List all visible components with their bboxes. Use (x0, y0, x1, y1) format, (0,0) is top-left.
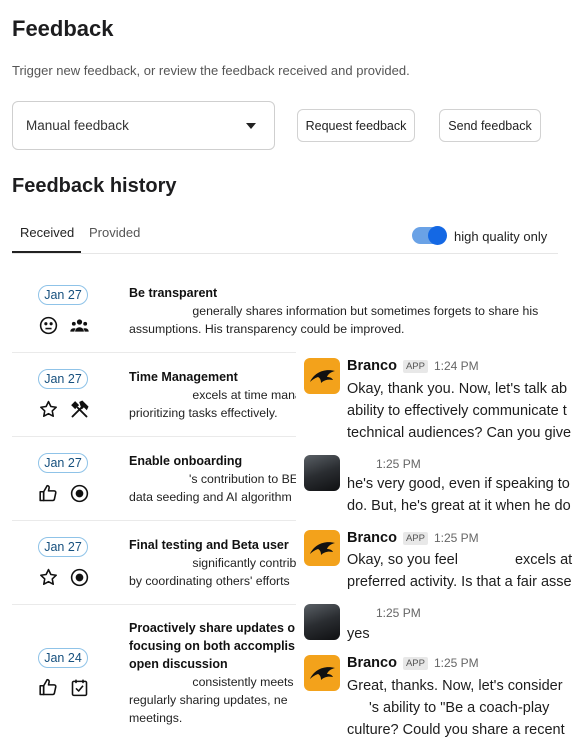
feedback-text-line: data seeding and AI algorithm (129, 490, 292, 504)
message-time: 1:25 PM (376, 457, 421, 471)
feedback-text-line: assumptions. His transparency could be i… (129, 322, 405, 336)
message-line: Okay, thank you. Now, let's talk ab (347, 381, 568, 397)
message-line: technical audiences? Can you give (347, 425, 572, 441)
message-time: 1:25 PM (376, 606, 421, 620)
feedback-history-title: Feedback history (12, 175, 177, 197)
message-line: do. But, he's great at it when he do (347, 498, 571, 514)
date-badge: Jan 27 (38, 537, 88, 557)
group-icon (69, 315, 90, 336)
feedback-title-line: focusing on both accomplis (129, 639, 295, 653)
feedback-title-line: Proactively share updates o (129, 621, 296, 635)
feedback-text-line: by coordinating others' efforts (129, 574, 290, 588)
tab-provided[interactable]: Provided (89, 225, 140, 240)
request-feedback-button[interactable]: Request feedback (297, 109, 415, 142)
app-badge: APP (402, 531, 428, 545)
high-quality-label: high quality only (454, 229, 548, 244)
chat-panel[interactable]: Branco APP 1:24 PM Okay, thank you. Now, l… (296, 348, 576, 754)
feedback-text-line: prioritizing tasks effectively. (129, 406, 278, 420)
app-badge: APP (402, 656, 428, 670)
star-icon (38, 399, 59, 420)
page-subtitle: Trigger new feedback, or review the feed… (12, 63, 410, 78)
date-badge: Jan 27 (38, 285, 88, 305)
bot-avatar (304, 530, 340, 566)
message-line: excels at t (514, 552, 576, 568)
user-avatar (304, 455, 340, 491)
send-feedback-button[interactable]: Send feedback (439, 109, 541, 142)
sender-name: Branco (347, 358, 397, 374)
page-title: Feedback (12, 16, 114, 41)
bot-avatar (304, 655, 340, 691)
bot-avatar (304, 358, 340, 394)
feedback-title: Final testing and Beta user (129, 538, 289, 552)
feedback-text-line: consistently meets ex (189, 675, 310, 689)
message-time: 1:24 PM (433, 359, 479, 373)
feedback-text-line: generally shares information but sometim… (189, 304, 539, 318)
feedback-title: Be transparent (129, 286, 218, 300)
message-time: 1:25 PM (433, 531, 479, 545)
feedback-type-select[interactable]: Manual feedback (12, 101, 275, 150)
message-time: 1:25 PM (433, 656, 479, 670)
neutral-face-icon (38, 315, 59, 336)
feedback-text-line: 's contribution to BETA (189, 472, 313, 486)
message-line: preferred activity. Is that a fair asse (347, 574, 572, 590)
feedback-text-line: meetings. (129, 711, 183, 725)
feedback-title-line: open discussion (129, 657, 228, 671)
toggle-knob (428, 226, 447, 245)
thumbs-up-icon (38, 483, 59, 504)
feedback-title: Enable onboarding (129, 454, 243, 468)
high-quality-toggle[interactable] (412, 226, 447, 245)
checkbox-icon (69, 677, 90, 698)
feedback-text-line: significantly contribut (189, 556, 307, 570)
sender-name: Branco (347, 655, 397, 671)
sender-name: Branco (347, 530, 397, 546)
feedback-title: Time Management (129, 370, 238, 384)
date-badge: Jan 27 (38, 453, 88, 473)
date-badge: Jan 27 (38, 369, 88, 389)
user-avatar (304, 604, 340, 640)
thumbs-up-icon (38, 677, 59, 698)
target-icon (69, 567, 90, 588)
app-badge: APP (402, 359, 428, 373)
feedback-text-line: regularly sharing updates, ne (129, 693, 288, 707)
message-line: culture? Could you share a recent (347, 722, 565, 738)
message-line: yes (347, 626, 370, 642)
message-line: ability to effectively communicate t (347, 403, 567, 419)
feedback-text-line: excels at time manag (189, 388, 309, 402)
tabs-divider (12, 253, 558, 254)
message-line: 's ability to "Be a coach-play (369, 700, 550, 716)
date-badge: Jan 24 (38, 648, 88, 668)
chevron-down-icon (246, 122, 256, 129)
star-icon (38, 567, 59, 588)
tab-received[interactable]: Received (20, 225, 74, 240)
target-icon (69, 483, 90, 504)
feedback-title: Proactively share updates o focusing on b… (129, 619, 295, 673)
message-line: Okay, so you feel (347, 552, 458, 568)
select-value: Manual feedback (26, 118, 129, 133)
tools-icon (69, 399, 90, 420)
message-line: he's very good, even if speaking to (347, 476, 570, 492)
message-line: Great, thanks. Now, let's consider (347, 678, 563, 694)
